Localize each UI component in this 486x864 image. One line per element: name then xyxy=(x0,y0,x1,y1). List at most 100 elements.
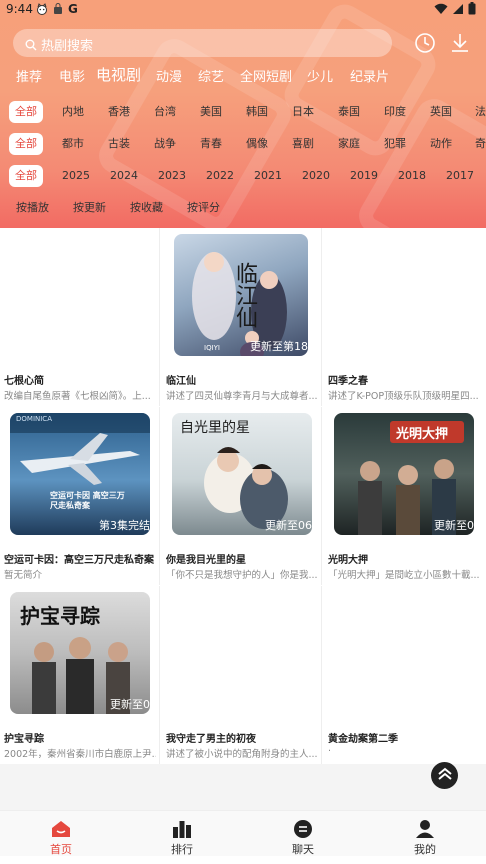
tab-profile[interactable]: 我的 xyxy=(395,811,455,857)
video-card[interactable]: 自光里的星 更新至06 你是我目光里的星 「你不只是我想守护的人」你是我... xyxy=(162,407,322,585)
filter-chip[interactable]: 2022 xyxy=(206,165,234,187)
card-desc: 改编自尾鱼原著《七根凶简》。上... xyxy=(4,391,151,402)
video-card[interactable]: 临江仙 IQIYI 更新至第18 临江仙 讲述了四灵仙尊李青月与大成尊者... xyxy=(162,228,322,406)
tab-anime[interactable]: 动漫 xyxy=(156,66,182,85)
card-poster: 护宝寻踪 更新至0 xyxy=(10,592,150,714)
video-card[interactable]: 光明大押 更新至0 光明大押 「光明大押」是間屹立小區數十載... xyxy=(324,407,484,585)
tab-recommend[interactable]: 推荐 xyxy=(16,66,42,85)
filter-chip[interactable]: 家庭 xyxy=(338,133,360,155)
bottom-tab-bar: 首页 排行 聊天 我的 xyxy=(0,810,486,856)
filter-chip[interactable]: 犯罪 xyxy=(384,133,406,155)
video-card[interactable]: 七根心简 改编自尾鱼原著《七根凶简》。上... xyxy=(0,228,160,406)
sort-by-rating[interactable]: 按评分 xyxy=(187,199,220,215)
filter-chip[interactable]: 日本 xyxy=(292,101,314,123)
sort-by-update[interactable]: 按更新 xyxy=(73,199,106,215)
poster-tag: DOMINICA xyxy=(16,415,52,423)
filter-chip[interactable]: 法 xyxy=(475,101,486,123)
filter-chip[interactable]: 2023 xyxy=(158,165,186,187)
category-tabs: 推荐 电影 电视剧 动漫 综艺 全网短剧 少儿 纪录片 xyxy=(0,66,486,88)
search-placeholder: 热剧搜索 xyxy=(41,39,94,54)
filter-chip[interactable]: 2020 xyxy=(302,165,330,187)
filter-chip[interactable]: 英国 xyxy=(430,101,452,123)
status-bar: 9:44 G xyxy=(0,0,486,20)
card-title: 临江仙 xyxy=(166,376,196,387)
filter-chip[interactable]: 战争 xyxy=(154,133,176,155)
chevron-up-icon xyxy=(437,766,453,785)
filter-chip[interactable]: 全部 xyxy=(9,133,43,155)
filter-chip[interactable]: 2024 xyxy=(110,165,138,187)
search-input[interactable]: 热剧搜索 xyxy=(13,29,392,57)
wifi-icon xyxy=(434,3,448,18)
battery-icon xyxy=(468,2,476,18)
update-badge: 第3集完结 xyxy=(99,519,150,532)
filter-chip[interactable]: 偶像 xyxy=(246,133,268,155)
history-clock-icon[interactable] xyxy=(414,32,436,58)
video-grid: 七根心简 改编自尾鱼原著《七根凶简》。上... 临江仙 IQIYI 更新至第18… xyxy=(0,228,486,764)
filter-year: 全部 2025 2024 2023 2022 2021 2020 2019 20… xyxy=(0,165,486,189)
update-badge: 更新至0 xyxy=(110,698,150,711)
poster-title: 空运可卡因 高空三万尺走私奇案 xyxy=(50,491,125,510)
update-badge: 更新至06 xyxy=(265,519,312,532)
card-desc: · xyxy=(328,746,332,757)
sort-options: 按播放 按更新 按收藏 按评分 xyxy=(0,199,486,215)
filter-chip[interactable]: 古装 xyxy=(108,133,130,155)
filter-chip[interactable]: 内地 xyxy=(62,101,84,123)
tab-label: 聊天 xyxy=(292,843,314,856)
filter-chip[interactable]: 动作 xyxy=(430,133,452,155)
back-to-top-button[interactable] xyxy=(431,762,458,789)
user-icon xyxy=(414,819,436,839)
download-icon[interactable] xyxy=(450,32,470,58)
card-desc: 讲述了K-POP顶级乐队顶级明星四... xyxy=(328,391,479,402)
card-title: 黄金劫案第二季 xyxy=(328,734,398,745)
shopping-bag-icon xyxy=(52,3,64,15)
sort-by-plays[interactable]: 按播放 xyxy=(16,199,49,215)
video-card[interactable]: 四季之春 讲述了K-POP顶级乐队顶级明星四... xyxy=(324,228,484,406)
tab-chat[interactable]: 聊天 xyxy=(273,811,333,857)
card-poster: DOMINICA 空运可卡因 高空三万尺走私奇案 第3集完结 xyxy=(10,413,150,535)
video-card[interactable]: 我守走了男主的初夜 讲述了被小说中的配角附身的主人... xyxy=(162,586,322,764)
status-time: 9:44 xyxy=(6,2,33,16)
filter-chip[interactable]: 香港 xyxy=(108,101,130,123)
card-desc: 「光明大押」是間屹立小區數十載... xyxy=(328,570,480,581)
filter-chip[interactable]: 2017 xyxy=(446,165,474,187)
video-card[interactable]: 黄金劫案第二季 · xyxy=(324,586,484,764)
tab-documentary[interactable]: 纪录片 xyxy=(350,66,389,85)
filter-chip[interactable]: 美国 xyxy=(200,101,222,123)
tab-ranking[interactable]: 排行 xyxy=(152,811,212,857)
card-poster: 自光里的星 更新至06 xyxy=(172,413,312,535)
card-desc: 暂无简介 xyxy=(4,570,43,581)
video-card[interactable]: 护宝寻踪 更新至0 护宝寻踪 2002年，秦州省秦川市白鹿原上尹... xyxy=(0,586,160,764)
tab-kids[interactable]: 少儿 xyxy=(307,66,333,85)
filter-chip[interactable]: 2019 xyxy=(350,165,378,187)
tab-tv-series[interactable]: 电视剧 xyxy=(96,64,141,85)
card-title: 空运可卡因：高空三万尺走私奇案 xyxy=(4,555,154,566)
signal-icon xyxy=(452,3,464,18)
card-title: 光明大押 xyxy=(328,555,368,566)
filter-chip[interactable]: 台湾 xyxy=(154,101,176,123)
filter-chip[interactable]: 2021 xyxy=(254,165,282,187)
video-card[interactable]: DOMINICA 空运可卡因 高空三万尺走私奇案 第3集完结 空运可卡因：高空三… xyxy=(0,407,160,585)
tab-home[interactable]: 首页 xyxy=(31,811,91,857)
filter-chip[interactable]: 全部 xyxy=(9,165,43,187)
tab-variety[interactable]: 综艺 xyxy=(198,66,224,85)
card-title: 你是我目光里的星 xyxy=(166,555,246,566)
chat-icon xyxy=(292,819,314,839)
filter-chip[interactable]: 2018 xyxy=(398,165,426,187)
card-desc: 讲述了四灵仙尊李青月与大成尊者... xyxy=(166,391,318,402)
filter-chip[interactable]: 泰国 xyxy=(338,101,360,123)
filter-chip[interactable]: 喜剧 xyxy=(292,133,314,155)
filter-chip[interactable]: 2025 xyxy=(62,165,90,187)
tab-movie[interactable]: 电影 xyxy=(59,66,85,85)
sort-by-favorites[interactable]: 按收藏 xyxy=(130,199,163,215)
filter-chip[interactable]: 都市 xyxy=(62,133,84,155)
update-badge: 更新至第18 xyxy=(250,340,308,353)
tab-short-drama[interactable]: 全网短剧 xyxy=(240,66,292,85)
filter-chip[interactable]: 韩国 xyxy=(246,101,268,123)
card-title: 四季之春 xyxy=(328,376,368,387)
card-title: 七根心简 xyxy=(4,376,44,387)
filter-chip[interactable]: 全部 xyxy=(9,101,43,123)
system-nav-bar xyxy=(0,856,486,864)
filter-chip[interactable]: 奇 xyxy=(475,133,486,155)
filter-chip[interactable]: 青春 xyxy=(200,133,222,155)
filter-chip[interactable]: 印度 xyxy=(384,101,406,123)
